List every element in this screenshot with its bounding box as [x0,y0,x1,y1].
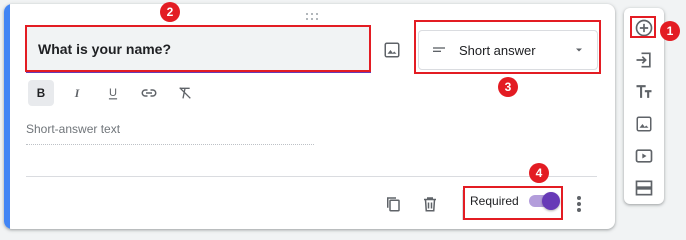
duplicate-button[interactable] [381,192,405,216]
callout-number-1: 1 [660,21,680,41]
drag-handle-icon[interactable] [304,12,320,22]
required-toggle[interactable] [528,192,560,210]
question-title-input[interactable] [38,41,359,57]
required-control: Required [470,192,560,210]
callout-number-2: 2 [160,2,180,22]
clear-formatting-button[interactable] [172,80,198,106]
add-title-icon [636,85,652,98]
underline-button[interactable]: U [100,80,126,106]
clear-formatting-icon [179,87,191,99]
trash-icon [424,197,436,212]
underline-icon: U [108,87,118,100]
add-section-icon [635,180,653,196]
short-answer-lines-icon [433,47,445,52]
required-label: Required [470,194,519,208]
link-button[interactable] [136,80,162,106]
italic-button[interactable]: I [64,80,90,106]
delete-button[interactable] [418,192,442,216]
import-questions-button[interactable] [632,48,656,72]
svg-text:I: I [74,87,80,100]
more-vert-icon [577,196,581,212]
chevron-down-icon [576,48,582,52]
callout-number-4: 4 [529,163,549,183]
add-question-button[interactable] [632,16,656,40]
copy-icon [387,197,400,212]
add-video-icon [635,149,653,163]
required-toggle-thumb [541,192,560,210]
svg-text:B: B [37,87,45,100]
link-icon [141,89,157,97]
short-answer-placeholder: Short-answer text [26,122,314,145]
svg-text:U: U [109,87,117,99]
bold-icon: B [37,87,45,100]
add-question-icon [635,19,653,37]
question-type-label: Short answer [459,42,536,58]
add-section-button[interactable] [632,176,656,200]
question-title-field[interactable] [26,27,371,73]
footer-divider [26,176,597,177]
bold-button[interactable]: B [28,80,54,106]
question-card[interactable]: Short answer B I U [4,4,615,229]
text-format-toolbar: B I U [28,80,198,106]
add-video-button[interactable] [632,144,656,168]
add-image-icon [636,116,652,132]
image-icon [384,42,400,58]
add-image-button[interactable] [380,38,404,62]
footer-separator [462,190,463,220]
italic-icon: I [74,87,80,100]
more-options-button[interactable] [571,194,587,214]
add-title-button[interactable] [632,80,656,104]
callout-number-3: 3 [498,77,518,97]
add-image-side-button[interactable] [632,112,656,136]
floating-toolbar [624,8,664,204]
question-type-select[interactable]: Short answer [418,30,598,70]
import-questions-icon [636,52,651,68]
card-accent-bar [4,4,10,229]
